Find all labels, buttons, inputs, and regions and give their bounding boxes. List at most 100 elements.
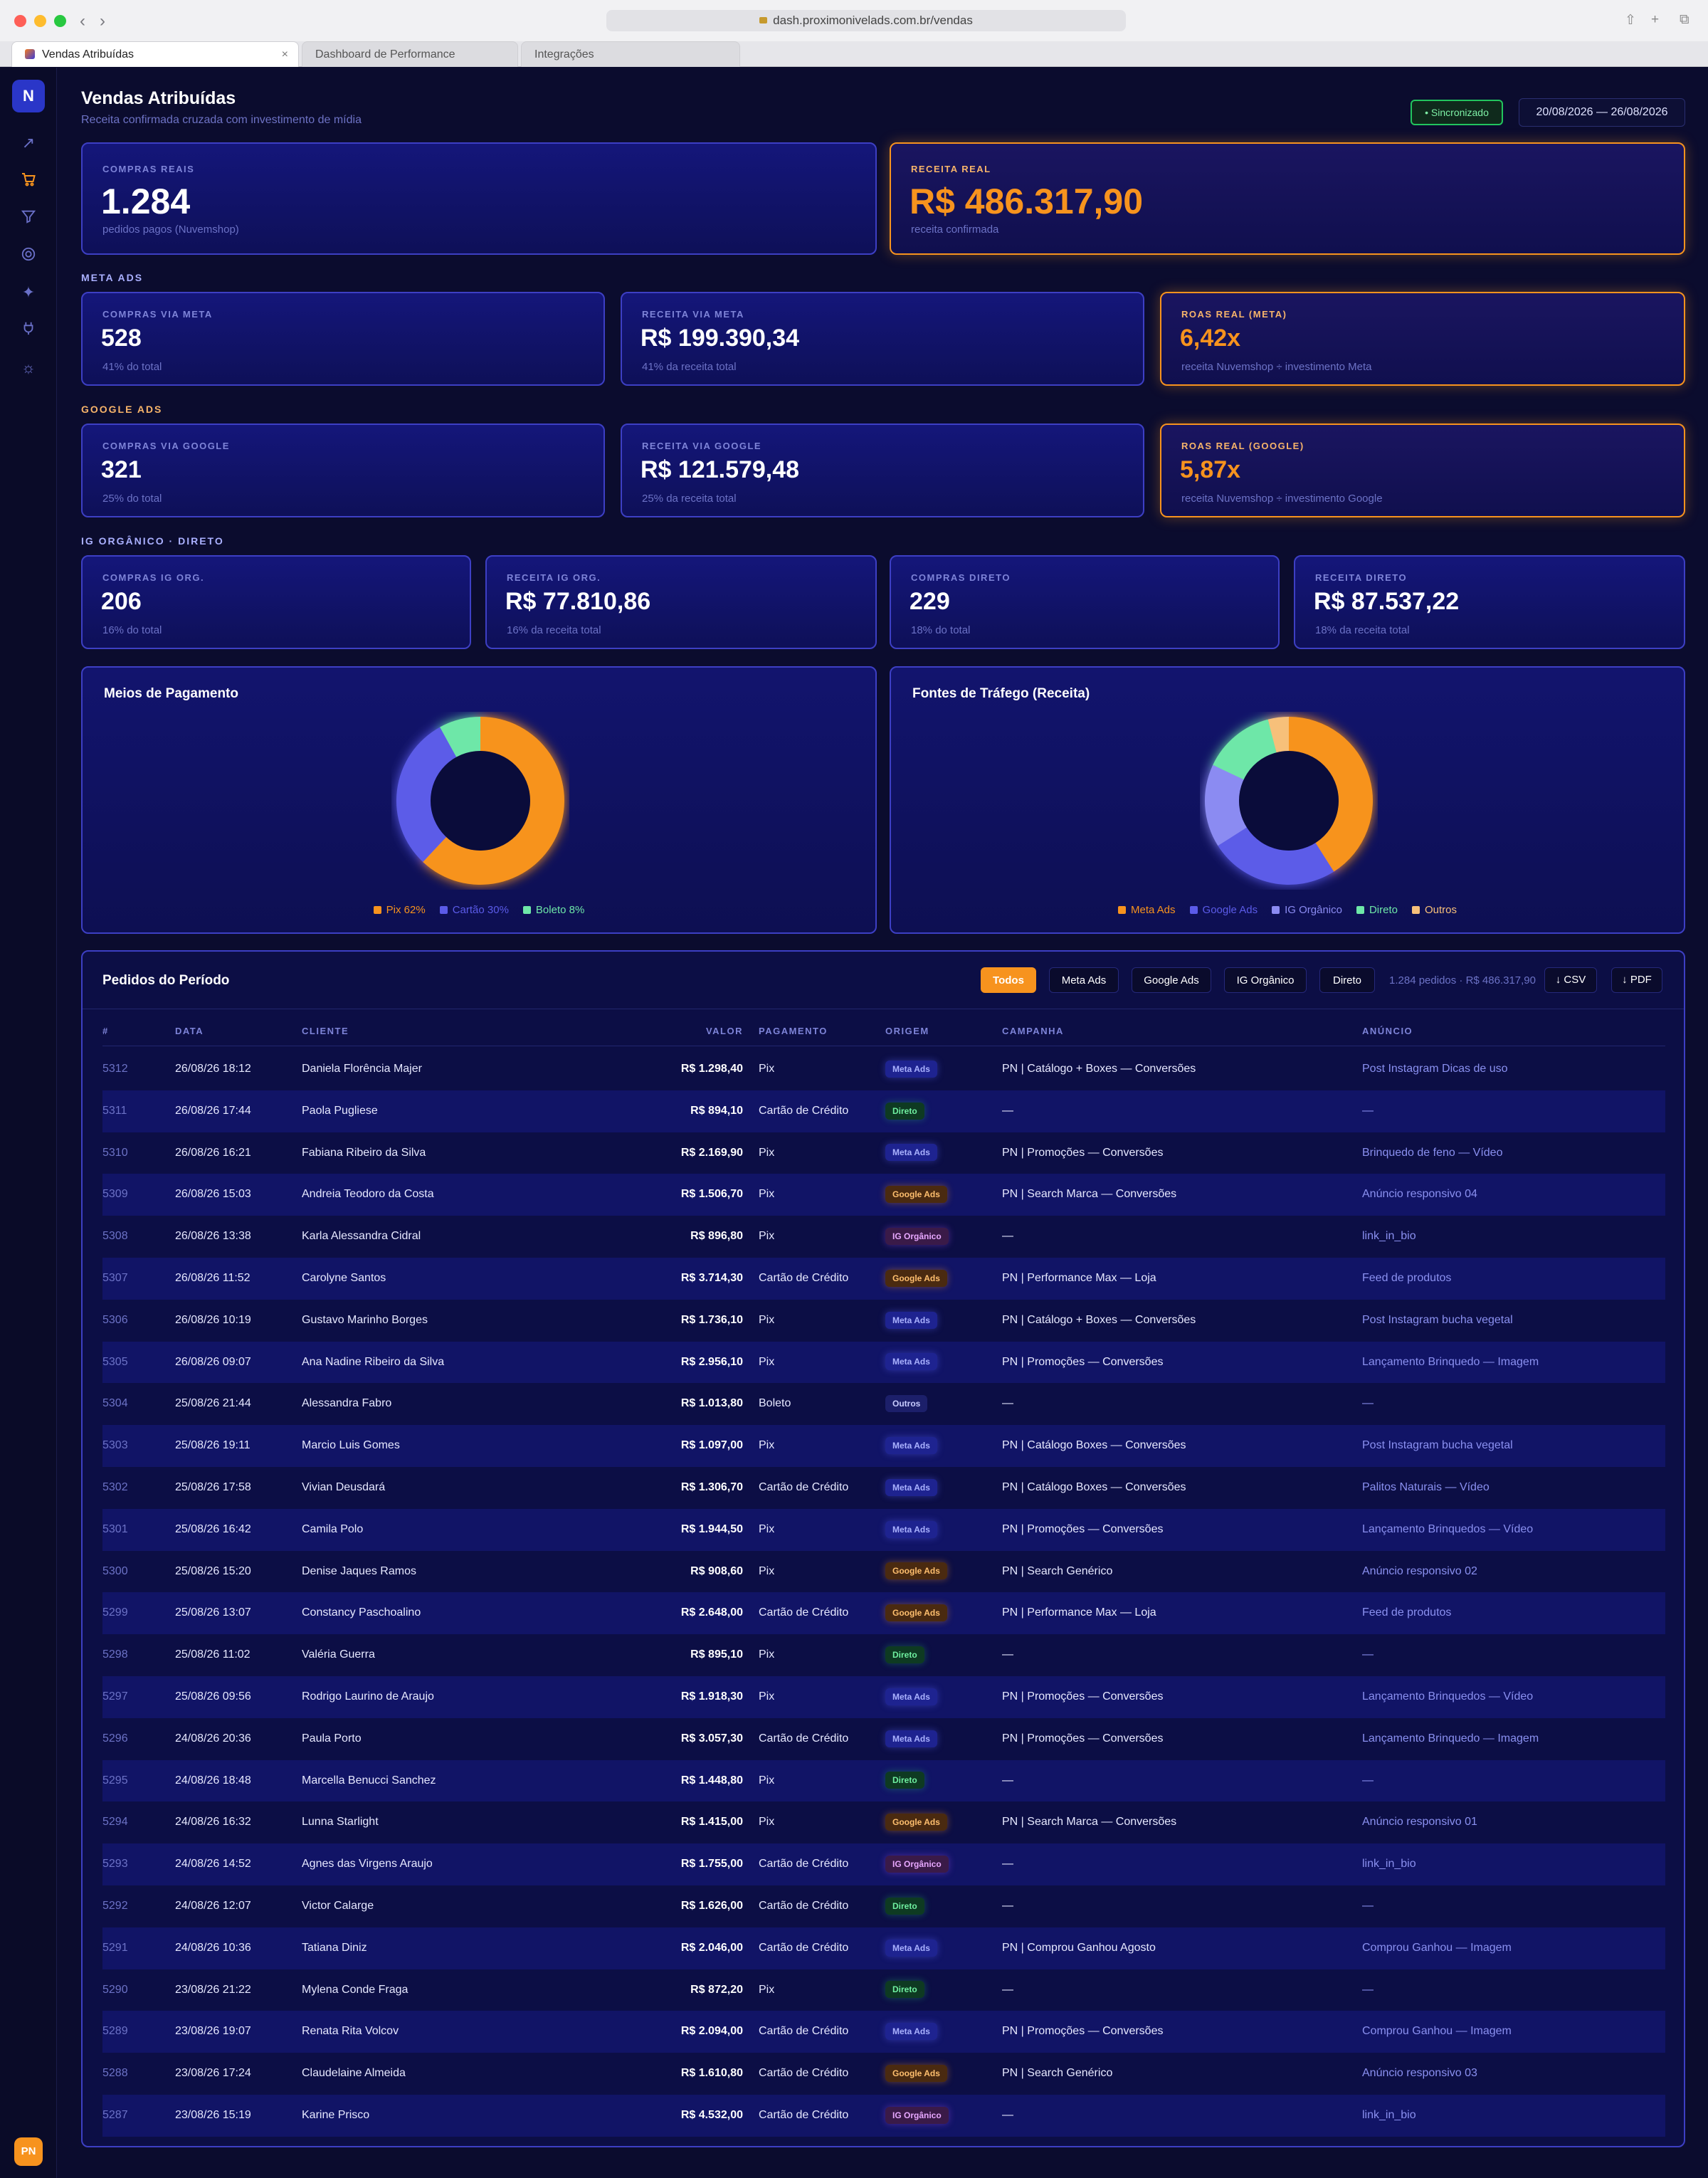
order-id[interactable]: 5292 [102, 1885, 128, 1927]
order-ad[interactable]: Lançamento Brinquedos — Vídeo [1362, 1676, 1533, 1718]
order-id[interactable]: 5311 [102, 1090, 127, 1132]
order-ad[interactable]: Anúncio responsivo 01 [1362, 1801, 1477, 1843]
order-ad[interactable]: Post Instagram bucha vegetal [1362, 1300, 1513, 1342]
export-pdf-button[interactable]: ↓ PDF [1611, 967, 1662, 993]
order-ad[interactable]: — [1362, 1634, 1374, 1676]
filter-todos-button[interactable]: Todos [981, 967, 1036, 993]
filter-direto-button[interactable]: Direto [1319, 967, 1375, 993]
order-id[interactable]: 5303 [102, 1425, 128, 1467]
share-icon[interactable]: ⇧ [1625, 12, 1636, 28]
table-row[interactable]: 5288 23/08/26 17:24 Claudelaine Almeida R$ … [102, 2053, 1665, 2095]
order-ad[interactable]: Feed de produtos [1362, 1258, 1451, 1300]
table-row[interactable]: 5296 24/08/26 20:36 Paula Porto R$ 3.057,30… [102, 1718, 1665, 1760]
date-range-picker[interactable]: 20/08/2026 — 26/08/2026 [1519, 98, 1685, 127]
order-ad[interactable]: Anúncio responsivo 04 [1362, 1174, 1477, 1216]
table-row[interactable]: 5294 24/08/26 16:32 Lunna Starlight R$ 1.41… [102, 1801, 1665, 1843]
table-row[interactable]: 5297 25/08/26 09:56 Rodrigo Laurino de Ara… [102, 1676, 1665, 1718]
order-id[interactable]: 5297 [102, 1676, 128, 1718]
table-row[interactable]: 5308 26/08/26 13:38 Karla Alessandra Cidra… [102, 1216, 1665, 1258]
table-row[interactable]: 5299 25/08/26 13:07 Constancy Paschoalino R… [102, 1592, 1665, 1635]
order-id[interactable]: 5291 [102, 1927, 128, 1969]
target-icon[interactable] [19, 246, 38, 266]
plug-icon[interactable] [19, 320, 38, 340]
order-id[interactable]: 5289 [102, 2011, 128, 2053]
order-ad[interactable]: Post Instagram bucha vegetal [1362, 1425, 1513, 1467]
table-row[interactable]: 5311 26/08/26 17:44 Paola Pugliese R$ 894,1… [102, 1090, 1665, 1132]
order-id[interactable]: 5294 [102, 1801, 128, 1843]
tab-vendas-atribuidas[interactable]: Vendas Atribuídas × [11, 41, 299, 67]
sparkle-icon[interactable]: ✦ [19, 283, 38, 302]
table-row[interactable]: 5298 25/08/26 11:02 Valéria Guerra R$ 895,1… [102, 1634, 1665, 1676]
order-id[interactable]: 5287 [102, 2095, 128, 2137]
order-ad[interactable]: Anúncio responsivo 02 [1362, 1551, 1477, 1593]
order-id[interactable]: 5288 [102, 2053, 128, 2095]
order-ad[interactable]: Post Instagram Dicas de uso [1362, 1048, 1508, 1090]
app-logo[interactable]: N [12, 80, 45, 112]
order-id[interactable]: 5304 [102, 1383, 128, 1425]
order-id[interactable]: 5298 [102, 1634, 128, 1676]
order-ad[interactable]: link_in_bio [1362, 1843, 1416, 1885]
filter-meta-button[interactable]: Meta Ads [1049, 967, 1119, 993]
order-id[interactable]: 5299 [102, 1592, 128, 1634]
order-ad[interactable]: Feed de produtos [1362, 1592, 1451, 1634]
trend-icon[interactable]: ↗ [19, 133, 38, 153]
order-ad[interactable]: — [1362, 1090, 1374, 1132]
order-ad[interactable]: — [1362, 1760, 1374, 1802]
filter-ig-button[interactable]: IG Orgânico [1224, 967, 1307, 993]
order-id[interactable]: 5310 [102, 1132, 128, 1174]
order-id[interactable]: 5301 [102, 1509, 128, 1551]
table-row[interactable]: 5303 25/08/26 19:11 Marcio Luis Gomes R$ 1.… [102, 1425, 1665, 1467]
order-id[interactable]: 5293 [102, 1843, 128, 1885]
order-ad[interactable]: Brinquedo de feno — Vídeo [1362, 1132, 1502, 1174]
order-id[interactable]: 5296 [102, 1718, 128, 1760]
order-ad[interactable]: Lançamento Brinquedo — Imagem [1362, 1342, 1539, 1384]
table-row[interactable]: 5304 25/08/26 21:44 Alessandra Fabro R$ 1.0… [102, 1383, 1665, 1425]
order-ad[interactable]: Anúncio responsivo 03 [1362, 2053, 1477, 2095]
table-row[interactable]: 5290 23/08/26 21:22 Mylena Conde Fraga R$ 8… [102, 1969, 1665, 2011]
order-id[interactable]: 5306 [102, 1300, 128, 1342]
table-row[interactable]: 5307 26/08/26 11:52 Carolyne Santos R$ 3.71… [102, 1258, 1665, 1300]
maximize-window-button[interactable] [54, 15, 66, 27]
table-row[interactable]: 5289 23/08/26 19:07 Renata Rita Volcov R$ 2… [102, 2011, 1665, 2053]
export-csv-button[interactable]: ↓ CSV [1544, 967, 1597, 993]
table-row[interactable]: 5310 26/08/26 16:21 Fabiana Ribeiro da Sil… [102, 1132, 1665, 1174]
order-ad[interactable]: link_in_bio [1362, 2095, 1416, 2137]
order-ad[interactable]: Lançamento Brinquedo — Imagem [1362, 1718, 1539, 1760]
address-bar[interactable]: dash.proximonivelads.com.br/vendas [606, 10, 1126, 31]
tab-integracoes[interactable]: Integrações [521, 41, 740, 67]
table-row[interactable]: 5300 25/08/26 15:20 Denise Jaques Ramos R$ … [102, 1551, 1665, 1593]
table-row[interactable]: 5309 26/08/26 15:03 Andreia Teodoro da Cos… [102, 1174, 1665, 1216]
back-icon[interactable]: ‹ [80, 11, 85, 31]
table-row[interactable]: 5305 26/08/26 09:07 Ana Nadine Ribeiro da … [102, 1341, 1665, 1384]
close-tab-icon[interactable]: × [282, 42, 288, 68]
order-ad[interactable]: Palitos Naturais — Vídeo [1362, 1467, 1490, 1509]
cart-icon[interactable] [19, 171, 38, 191]
order-id[interactable]: 5290 [102, 1969, 128, 2011]
order-ad[interactable]: Comprou Ganhou — Imagem [1362, 2011, 1512, 2053]
tab-overview-icon[interactable]: ⧉ [1680, 12, 1689, 28]
gear-icon[interactable]: ☼ [19, 358, 38, 378]
order-id[interactable]: 5312 [102, 1048, 128, 1090]
minimize-window-button[interactable] [34, 15, 46, 27]
order-id[interactable]: 5302 [102, 1467, 128, 1509]
order-id[interactable]: 5305 [102, 1342, 128, 1384]
table-row[interactable]: 5312 26/08/26 18:12 Daniela Florência Maje… [102, 1048, 1665, 1090]
table-row[interactable]: 5295 24/08/26 18:48 Marcella Benucci Sanch… [102, 1759, 1665, 1802]
order-ad[interactable]: link_in_bio [1362, 1216, 1416, 1258]
table-row[interactable]: 5287 23/08/26 15:19 Karine Prisco R$ 4.532,… [102, 2095, 1665, 2137]
order-id[interactable]: 5295 [102, 1760, 128, 1802]
order-ad[interactable]: Comprou Ganhou — Imagem [1362, 1927, 1512, 1969]
order-ad[interactable]: — [1362, 1383, 1374, 1425]
avatar[interactable]: PN [14, 2137, 43, 2166]
forward-icon[interactable]: › [100, 11, 105, 31]
tab-dashboard-performance[interactable]: Dashboard de Performance [302, 41, 518, 67]
table-row[interactable]: 5306 26/08/26 10:19 Gustavo Marinho Borges… [102, 1300, 1665, 1342]
order-id[interactable]: 5308 [102, 1216, 128, 1258]
table-row[interactable]: 5291 24/08/26 10:36 Tatiana Diniz R$ 2.046,… [102, 1927, 1665, 1969]
filter-google-button[interactable]: Google Ads [1132, 967, 1211, 993]
table-row[interactable]: 5301 25/08/26 16:42 Camila Polo R$ 1.944,50… [102, 1508, 1665, 1551]
new-tab-icon[interactable]: + [1651, 12, 1659, 28]
table-row[interactable]: 5302 25/08/26 17:58 Vivian Deusdará R$ 1.30… [102, 1467, 1665, 1509]
order-ad[interactable]: Lançamento Brinquedos — Vídeo [1362, 1509, 1533, 1551]
order-ad[interactable]: — [1362, 1969, 1374, 2011]
